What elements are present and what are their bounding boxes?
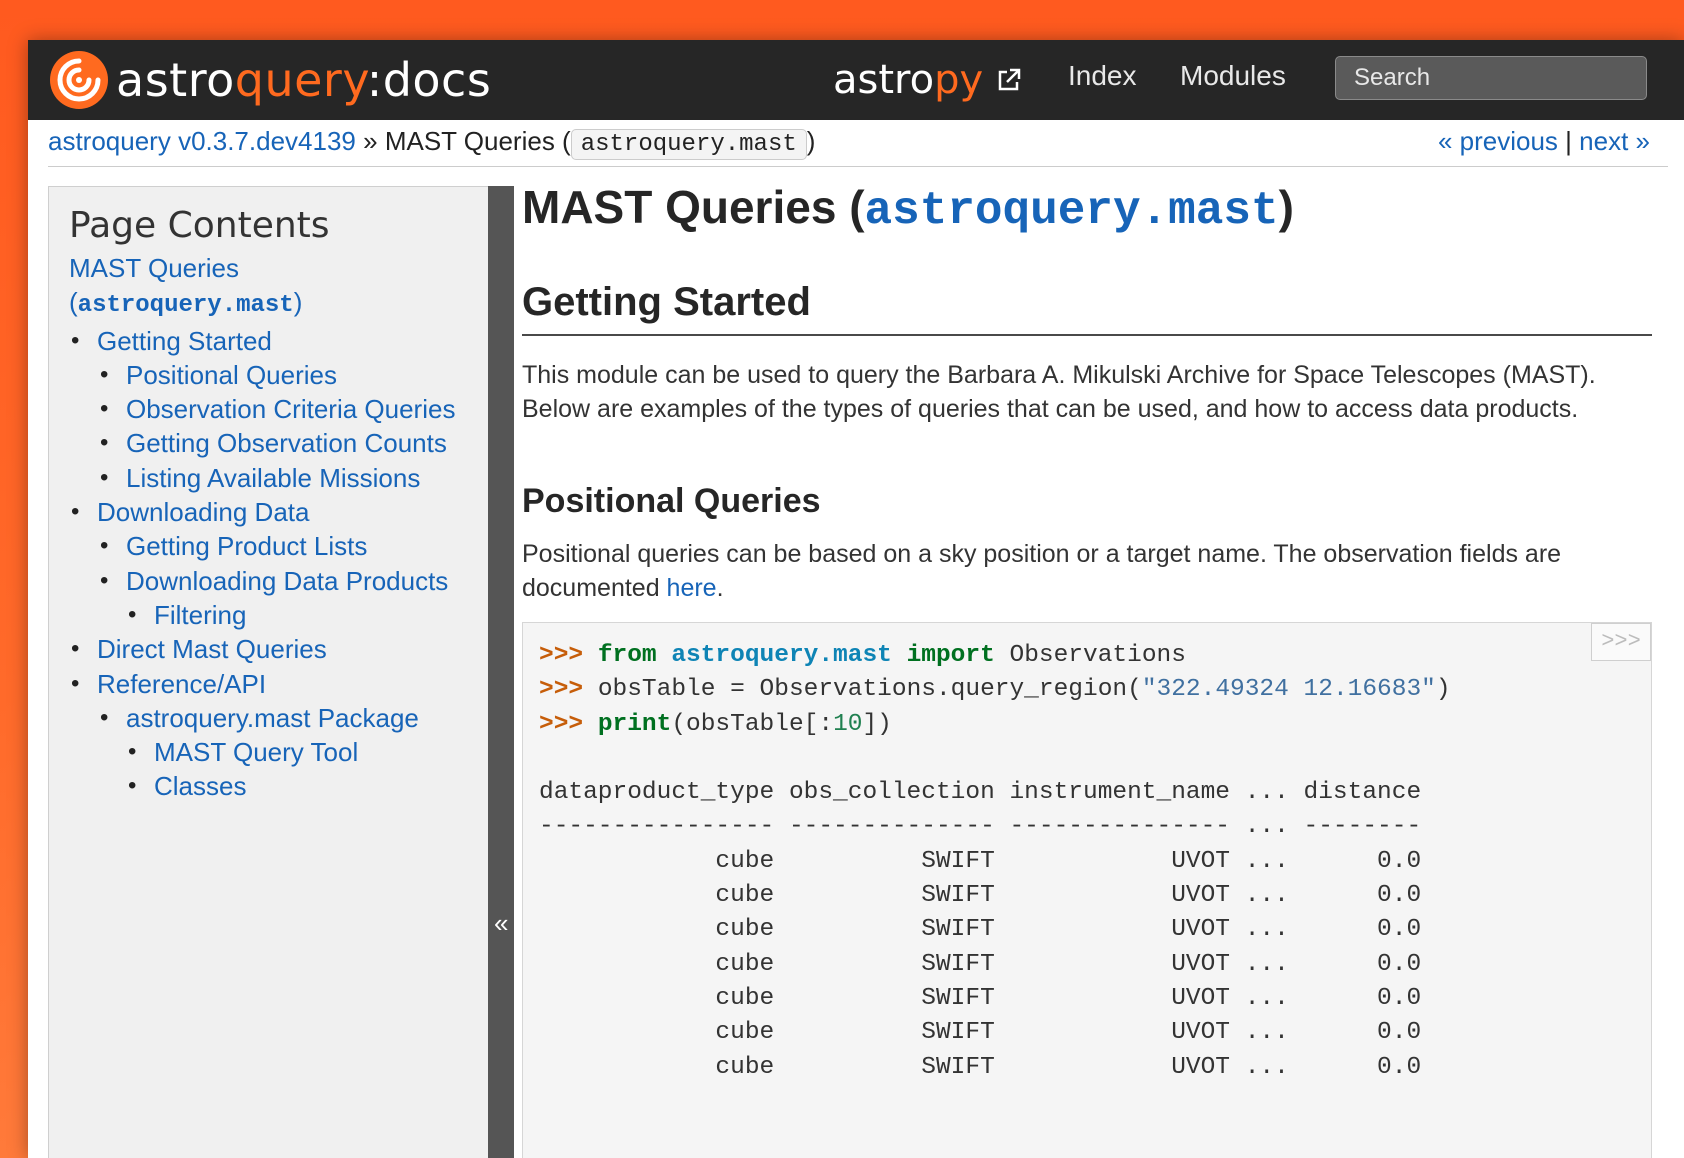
toc-link[interactable]: Listing Available Missions xyxy=(126,463,420,493)
toc-item: • Direct Mast Queries xyxy=(69,632,489,666)
bullet-icon: • xyxy=(71,635,80,663)
positional-paragraph: Positional queries can be based on a sky… xyxy=(522,540,1562,602)
heading-rule xyxy=(522,334,1652,336)
breadcrumb-version-link[interactable]: astroquery v0.3.7.dev4139 xyxy=(48,126,356,156)
toc-item: • Positional Queries xyxy=(69,358,489,392)
logo-text: astroquery:docs xyxy=(116,53,492,107)
breadcrumb-separator: » xyxy=(363,126,378,156)
toc-link[interactable]: Positional Queries xyxy=(126,360,337,390)
nav-index-link[interactable]: Index xyxy=(1068,60,1137,92)
bullet-icon: • xyxy=(71,498,80,526)
toc-link[interactable]: astroquery.mast Package xyxy=(126,703,419,733)
toc-item: • Downloading Data Products xyxy=(69,564,489,598)
browser-page: astroquery:docs astropy Index Modules as… xyxy=(28,40,1684,1158)
bullet-icon: • xyxy=(100,429,109,457)
table-row: cube SWIFT UVOT ... 0.0 xyxy=(539,1019,1422,1047)
toc-item: • MAST Query Tool xyxy=(69,735,489,769)
toc-link[interactable]: MAST Query Tool xyxy=(154,737,358,767)
top-navbar: astroquery:docs astro py Index Modules xyxy=(28,40,1684,120)
subsection-heading-positional: Positional Queries xyxy=(522,482,821,520)
bullet-icon: • xyxy=(71,326,80,354)
toc-link[interactable]: Reference/API xyxy=(97,669,266,699)
toc-title: Page Contents xyxy=(69,205,330,246)
page-title: MAST Queries (astroquery.mast) xyxy=(522,181,1294,237)
toc-item: • astroquery.mast Package xyxy=(69,701,489,735)
toc-link[interactable]: Getting Started xyxy=(97,326,272,356)
toc-item: • Classes xyxy=(69,769,489,803)
toc-link[interactable]: Direct Mast Queries xyxy=(97,634,327,664)
table-rule: ---------------- -------------- --------… xyxy=(539,813,1422,841)
breadcrumb: astroquery v0.3.7.dev4139 » MAST Queries… xyxy=(48,122,1668,167)
toc-item: • Downloading Data xyxy=(69,495,489,529)
bullet-icon: • xyxy=(128,772,137,800)
breadcrumb-current-suffix: ) xyxy=(806,126,816,156)
table-row: cube SWIFT UVOT ... 0.0 xyxy=(539,1053,1422,1081)
toc-list: MAST Queries (astroquery.mast) • Getting … xyxy=(69,251,489,804)
astroquery-logo-icon xyxy=(50,51,108,109)
toc-link[interactable]: Downloading Data Products xyxy=(126,566,448,596)
astroquery-logo[interactable]: astroquery:docs xyxy=(48,48,491,112)
external-link-icon xyxy=(998,68,1021,91)
intro-paragraph: This module can be used to query the Bar… xyxy=(522,361,1596,423)
breadcrumb-current-prefix: MAST Queries ( xyxy=(384,126,571,156)
toc-top-link[interactable]: MAST Queries xyxy=(69,253,239,283)
bullet-icon: • xyxy=(100,532,109,560)
bullet-icon: • xyxy=(100,463,109,491)
next-link[interactable]: next » xyxy=(1579,126,1650,156)
table-row: cube SWIFT UVOT ... 0.0 xyxy=(539,847,1422,875)
sidebar-collapse-handle[interactable]: « xyxy=(488,186,514,1158)
toc-item: • Getting Started xyxy=(69,324,489,358)
table-row: cube SWIFT UVOT ... 0.0 xyxy=(539,984,1422,1012)
toc-link[interactable]: Getting Product Lists xyxy=(126,531,367,561)
bullet-icon: • xyxy=(71,669,80,697)
toc-item: • Reference/API xyxy=(69,667,489,701)
nav-modules-link[interactable]: Modules xyxy=(1180,60,1286,92)
bullet-icon: • xyxy=(100,566,109,594)
toc-item: • Getting Observation Counts xyxy=(69,426,489,460)
previous-link[interactable]: « previous xyxy=(1438,126,1558,156)
table-row: cube SWIFT UVOT ... 0.0 xyxy=(539,916,1422,944)
section-heading-getting-started: Getting Started xyxy=(522,280,811,324)
breadcrumb-current-code: astroquery.mast xyxy=(570,129,807,160)
table-row: cube SWIFT UVOT ... 0.0 xyxy=(539,950,1422,978)
table-row: cube SWIFT UVOT ... 0.0 xyxy=(539,882,1422,910)
astropy-main: astro xyxy=(833,57,935,103)
bullet-icon: • xyxy=(128,600,137,628)
sidebar-toc: Page Contents MAST Queries (astroquery.m… xyxy=(48,186,488,1158)
bullet-icon: • xyxy=(100,703,109,731)
search-input[interactable] xyxy=(1335,56,1647,100)
toc-link[interactable]: Downloading Data xyxy=(97,497,309,527)
here-link[interactable]: here xyxy=(667,574,717,602)
page-title-code: astroquery.mast xyxy=(864,185,1279,237)
code-example[interactable]: >>> >>> from astroquery.mast import Obse… xyxy=(522,622,1652,1158)
collapse-chevron-icon: « xyxy=(494,908,509,938)
astropy-accent: py xyxy=(934,57,984,103)
toc-link[interactable]: Observation Criteria Queries xyxy=(126,394,455,424)
toc-item: • Observation Criteria Queries xyxy=(69,392,489,426)
table-header: dataproduct_type obs_collection instrume… xyxy=(539,779,1422,807)
astropy-link[interactable]: astro py xyxy=(833,50,1023,110)
toc-link[interactable]: Classes xyxy=(154,771,246,801)
bullet-icon: • xyxy=(100,395,109,423)
code-lines: >>> from astroquery.mast import Observat… xyxy=(539,642,1451,1081)
pager-divider: | xyxy=(1565,126,1572,156)
toc-item: • Getting Product Lists xyxy=(69,529,489,563)
toc-link[interactable]: Getting Observation Counts xyxy=(126,428,447,458)
toc-item: • Filtering xyxy=(69,598,489,632)
toc-link[interactable]: Filtering xyxy=(154,600,246,630)
bullet-icon: • xyxy=(100,360,109,388)
toc-item: • Listing Available Missions xyxy=(69,461,489,495)
bullet-icon: • xyxy=(128,738,137,766)
toc-top-link-code[interactable]: (astroquery.mast) xyxy=(69,287,302,319)
copy-prompt-toggle-button[interactable]: >>> xyxy=(1591,623,1651,661)
